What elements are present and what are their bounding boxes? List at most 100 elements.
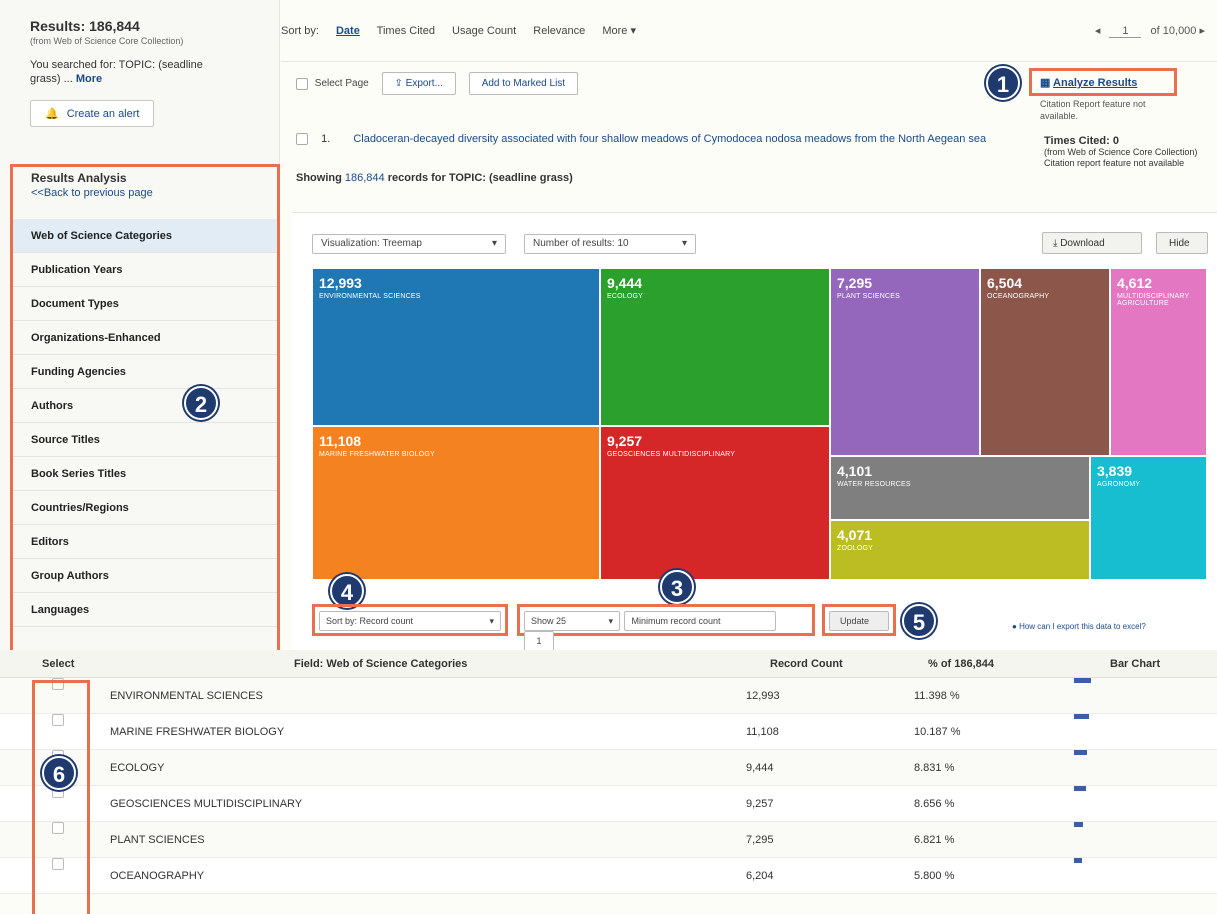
show-select[interactable]: Show 25 ▾	[524, 611, 620, 631]
treemap-cell[interactable]: 4,071 ZOOLOGY	[830, 520, 1090, 580]
treemap-cell-value: 4,612	[1117, 275, 1153, 291]
facet-item[interactable]: Editors	[13, 525, 277, 559]
download-button[interactable]: ⤓ Download	[1042, 232, 1142, 254]
sort-by-value: Sort by: Record count	[326, 616, 414, 626]
treemap-cell-label: ZOOLOGY	[837, 545, 874, 552]
table-row: OCEANOGRAPHY 6,204 5.800 %	[0, 858, 1217, 894]
treemap-cell[interactable]: 11,108 MARINE FRESHWATER BIOLOGY	[312, 426, 600, 580]
back-link[interactable]: <<Back to previous page	[31, 187, 277, 199]
pager: ◂ 1 of 10,000 ▸	[1095, 24, 1205, 38]
treemap-cell[interactable]: 12,993 ENVIRONMENTAL SCIENCES	[312, 268, 600, 426]
citation-report-note: Citation Report feature not available.	[1040, 99, 1146, 121]
times-cited: Times Cited: 0 (from Web of Science Core…	[1044, 136, 1214, 169]
treemap-cell[interactable]: 6,504 OCEANOGRAPHY	[980, 268, 1110, 456]
treemap-cell-label: MARINE FRESHWATER BIOLOGY	[319, 451, 435, 458]
facet-item[interactable]: Funding Agencies	[13, 355, 277, 389]
sort-date[interactable]: Date	[336, 25, 360, 37]
facet-item[interactable]: Organizations-Enhanced	[13, 321, 277, 355]
showing-line: Showing 186,844 records for TOPIC: (sead…	[296, 172, 573, 184]
showing-prefix: Showing	[296, 172, 342, 184]
treemap-cell[interactable]: 7,295 PLANT SCIENCES	[830, 268, 980, 456]
treemap-cell[interactable]: 9,444 ECOLOGY	[600, 268, 830, 426]
export-label: Export...	[405, 78, 443, 89]
analyze-results-link[interactable]: ▦ Analyze Results	[1029, 68, 1177, 96]
facet-item[interactable]: Web of Science Categories	[13, 219, 277, 253]
treemap-cell[interactable]: 9,257 GEOSCIENCES MULTIDISCIPLINARY	[600, 426, 830, 580]
sort-usage-count[interactable]: Usage Count	[452, 25, 516, 37]
add-marked-list-button[interactable]: Add to Marked List	[468, 72, 579, 95]
sort-relevance[interactable]: Relevance	[533, 25, 585, 37]
search-query-rest: grass) ...	[30, 73, 73, 85]
export-help-link[interactable]: ● How can I export this data to excel?	[1012, 622, 1146, 631]
row-percent: 8.831 %	[914, 762, 955, 774]
results-analysis-panel: Results Analysis <<Back to previous page…	[10, 164, 280, 650]
treemap-cell[interactable]: 4,612 MULTIDISCIPLINARY AGRICULTURE	[1110, 268, 1207, 456]
callout-badge-4: 4	[330, 574, 364, 608]
facet-item[interactable]: Countries/Regions	[13, 491, 277, 525]
prev-page-icon[interactable]: ◂	[1095, 25, 1101, 37]
table-header: Select Field: Web of Science Categories …	[0, 650, 1217, 678]
sort-more[interactable]: More ▾	[602, 25, 636, 37]
record-1-checkbox[interactable]	[296, 133, 308, 146]
treemap-cell-value: 12,993	[319, 275, 362, 291]
table-row: PLANT SCIENCES 7,295 6.821 %	[0, 822, 1217, 858]
row-bar	[1074, 822, 1083, 827]
show-value: Show 25	[531, 616, 567, 626]
page-input[interactable]: 1	[1109, 25, 1142, 38]
hide-button[interactable]: Hide	[1156, 232, 1208, 254]
facet-item[interactable]: Languages	[13, 593, 277, 627]
treemap-cell-value: 9,444	[607, 275, 643, 291]
col-record-count[interactable]: Record Count	[770, 650, 843, 678]
sort-times-cited[interactable]: Times Cited	[377, 25, 435, 37]
treemap-cell-label: AGRONOMY	[1097, 481, 1141, 488]
download-label: Download	[1060, 238, 1105, 249]
results-header: Results: 186,844 (from Web of Science Co…	[0, 0, 279, 127]
record-1-title[interactable]: Cladoceran-decayed diversity associated …	[353, 133, 986, 145]
select-page-checkbox[interactable]	[296, 77, 308, 90]
facet-item[interactable]: Authors	[13, 389, 277, 423]
visualization-select-value: Visualization: Treemap	[321, 238, 422, 249]
treemap-cell-value: 6,504	[987, 275, 1023, 291]
times-cited-label: Times Cited: 0	[1044, 135, 1119, 147]
times-cited-source: (from Web of Science Core Collection)	[1044, 147, 1198, 157]
help-icon: ●	[1012, 622, 1020, 631]
showing-count[interactable]: 186,844	[345, 172, 385, 184]
export-help-text: How can I export this data to excel?	[1019, 622, 1146, 631]
callout-badge-3: 3	[660, 570, 694, 604]
show-control: Show 25 ▾ Minimum record count 1	[517, 604, 815, 651]
facet-list: Web of Science Categories Publication Yea…	[13, 219, 277, 627]
row-percent: 8.656 %	[914, 798, 955, 810]
facet-item[interactable]: Book Series Titles	[13, 457, 277, 491]
col-select: Select	[42, 658, 75, 670]
number-results-value: Number of results: 10	[533, 238, 629, 249]
facet-item[interactable]: Group Authors	[13, 559, 277, 593]
more-link[interactable]: More	[76, 73, 102, 85]
row-bar	[1074, 858, 1082, 863]
row-category: ECOLOGY	[110, 762, 165, 774]
treemap-cell-label: WATER RESOURCES	[837, 481, 911, 488]
export-icon: ⇪	[394, 78, 406, 89]
visualization-select[interactable]: Visualization: Treemap ▾	[312, 234, 506, 254]
treemap-cell[interactable]: 3,839 AGRONOMY	[1090, 456, 1207, 580]
row-bar	[1074, 714, 1089, 719]
number-results-select[interactable]: Number of results: 10 ▾	[524, 234, 696, 254]
search-query-text: You searched for: TOPIC: (seadline	[30, 59, 203, 71]
record-1-number: 1.	[321, 133, 331, 145]
facet-item[interactable]: Publication Years	[13, 253, 277, 287]
row-bar	[1074, 786, 1086, 791]
update-button[interactable]: Update	[829, 611, 889, 631]
treemap-cell-label: OCEANOGRAPHY	[987, 293, 1050, 300]
create-alert-button[interactable]: 🔔 Create an alert	[30, 100, 155, 127]
export-button[interactable]: ⇪ Export...	[381, 72, 456, 95]
page-total[interactable]: of 10,000 ▸	[1151, 25, 1205, 37]
sort-by-control: Sort by: Record count ▾	[312, 604, 508, 636]
treemap-cell[interactable]: 4,101 WATER RESOURCES	[830, 456, 1090, 520]
update-control: Update	[822, 604, 896, 636]
select-page-label: Select Page	[314, 78, 369, 90]
treemap-cell-label: GEOSCIENCES MULTIDISCIPLINARY	[607, 451, 736, 458]
min-count-input[interactable]: 1	[524, 631, 554, 651]
sort-by-select[interactable]: Sort by: Record count ▾	[319, 611, 501, 631]
facet-item[interactable]: Source Titles	[13, 423, 277, 457]
facet-item[interactable]: Document Types	[13, 287, 277, 321]
row-count: 9,444	[746, 762, 774, 774]
